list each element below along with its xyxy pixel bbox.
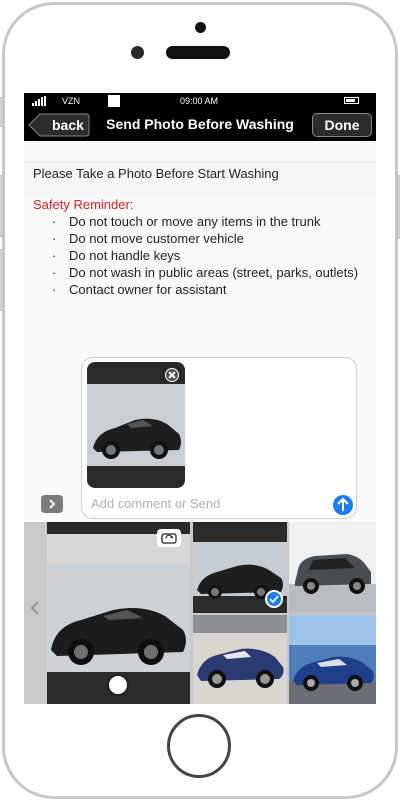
flip-camera-button[interactable] [157, 529, 181, 547]
close-icon[interactable] [165, 368, 179, 382]
earpiece-speaker [166, 46, 230, 59]
safety-reminder-title: Safety Reminder: [33, 197, 134, 212]
battery-icon [344, 97, 359, 104]
photo-thumbnail[interactable] [289, 522, 376, 613]
home-button[interactable] [167, 714, 231, 778]
selected-checkmark [265, 590, 283, 608]
blue-sports-car-image [289, 615, 376, 704]
bullet-icon: · [52, 214, 57, 229]
list-item: · Do not wash in public areas (street, pa… [52, 265, 359, 280]
instruction-text: Please Take a Photo Before Start Washing [33, 166, 279, 181]
expand-apps-button[interactable] [41, 495, 63, 513]
bullet-icon: · [52, 282, 57, 297]
phone-side-button [0, 97, 4, 127]
front-sensor [195, 22, 206, 33]
nav-bar: back Send Photo Before Washing Done [24, 109, 376, 141]
list-item: · Do not touch or move any items in the t… [52, 214, 321, 229]
comment-input[interactable] [91, 496, 321, 511]
bullet-icon: · [52, 265, 57, 280]
arrow-up-icon [337, 498, 349, 511]
chevron-right-icon [49, 499, 56, 509]
chevron-left-icon[interactable] [30, 600, 40, 616]
photo-thumbnail[interactable] [193, 522, 287, 613]
camera-viewfinder[interactable] [47, 522, 190, 704]
grey-suv-image [289, 522, 376, 613]
app-screen: VZN 09:00 AM back Send Photo Before Wash… [24, 93, 376, 704]
front-camera [131, 46, 144, 59]
blue-convertible-image [193, 615, 287, 704]
photo-thumbnail[interactable] [193, 615, 287, 704]
signal-icon [32, 96, 46, 106]
instruction-banner: Please Take a Photo Before Start Washing [24, 161, 376, 198]
list-item: · Do not move customer vehicle [52, 231, 244, 246]
camera-flip-icon [161, 533, 177, 544]
checkmark-icon [269, 595, 279, 603]
bullet-icon: · [52, 231, 57, 246]
done-button[interactable]: Done [312, 113, 372, 137]
phone-volume-down-button [0, 249, 4, 311]
wifi-icon [108, 95, 120, 107]
photo-tray [24, 522, 376, 704]
shutter-icon[interactable] [107, 674, 129, 696]
message-composer [81, 357, 357, 519]
status-time: 09:00 AM [180, 96, 219, 106]
attached-photo[interactable] [87, 362, 185, 488]
safety-reminder-list: · Do not touch or move any items in the t… [49, 213, 369, 298]
phone-volume-up-button [0, 175, 4, 237]
carrier-name: VZN [62, 96, 80, 106]
bullet-icon: · [52, 248, 57, 263]
list-item: · Contact owner for assistant [52, 282, 227, 297]
status-bar: VZN 09:00 AM [24, 93, 376, 109]
photo-thumbnail[interactable] [289, 615, 376, 704]
list-item: · Do not handle keys [52, 248, 181, 263]
send-button[interactable] [333, 495, 353, 515]
